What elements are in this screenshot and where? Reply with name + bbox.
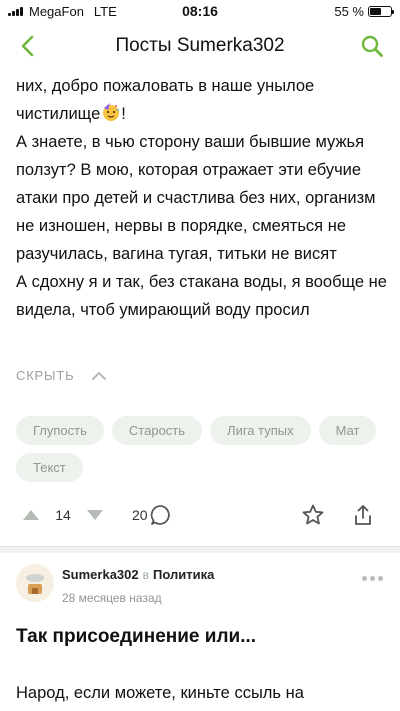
triangle-up-icon [23, 510, 39, 520]
upvote-button[interactable] [14, 498, 48, 532]
post-paragraph: них, добро пожаловать в наше унылое чист… [16, 72, 388, 128]
comments-button[interactable]: 20 [132, 498, 172, 532]
post-preview-text: Народ, если можете, киньте ссыль на [16, 684, 304, 702]
page-title: Посты Sumerka302 [115, 35, 285, 56]
status-bar: MegaFon LTE 08:16 55 % [0, 0, 400, 22]
comments-count: 20 [132, 507, 148, 523]
vote-box: 14 [14, 498, 114, 532]
collapse-button[interactable]: СКРЫТЬ [16, 368, 107, 383]
status-left: MegaFon LTE [8, 4, 117, 19]
battery-percent: 55 % [334, 3, 364, 19]
community-link[interactable]: Политика [153, 567, 214, 582]
post-paragraph: А сдохну я и так, без стакана воды, я во… [16, 273, 387, 319]
battery-icon [368, 5, 394, 17]
dot [361, 575, 367, 581]
comment-bubble-icon [150, 505, 170, 525]
rating-count: 14 [55, 507, 71, 523]
tag-chip[interactable]: Текст [16, 453, 83, 482]
tag-chip[interactable]: Лига тупых [210, 416, 311, 445]
collapse-label: СКРЫТЬ [16, 368, 75, 383]
chevron-up-icon [92, 371, 107, 380]
save-button[interactable] [298, 500, 328, 530]
search-button[interactable] [358, 32, 386, 60]
tag-chip[interactable]: Глупость [16, 416, 104, 445]
avatar[interactable] [16, 564, 54, 602]
back-button[interactable] [14, 32, 42, 60]
section-divider [0, 546, 400, 553]
network-label: LTE [93, 3, 117, 19]
tag-chip[interactable]: Старость [111, 416, 203, 445]
battery-fill [370, 7, 381, 15]
party-face-emoji-icon [101, 102, 121, 122]
share-icon [355, 505, 371, 525]
star-icon [302, 504, 324, 525]
author-in-label: в [142, 568, 149, 582]
post-paragraph-text: ! [121, 105, 126, 123]
post-body: них, добро пожаловать в наше унылое чист… [16, 72, 388, 324]
triangle-down-icon [87, 510, 103, 520]
dot [369, 575, 375, 581]
nav-bar: Посты Sumerka302 [0, 24, 400, 68]
tag-list: Глупость Старость Лига тупых Мат Текст [16, 416, 388, 482]
more-options-button[interactable] [358, 570, 386, 586]
avatar-image [16, 564, 54, 602]
signal-bars-icon [8, 6, 23, 16]
search-icon [361, 35, 383, 57]
post-paragraph: А знаете, в чью сторону ваши бывшие мужь… [16, 133, 376, 263]
tag-chip[interactable]: Мат [318, 416, 377, 445]
downvote-button[interactable] [78, 498, 112, 532]
chevron-left-icon [21, 35, 34, 57]
author-name-link[interactable]: Sumerka302 [62, 567, 139, 582]
post-title-link[interactable]: Так присоединение или... [16, 626, 256, 648]
dot [377, 575, 383, 581]
author-line: Sumerka302 в Политика [62, 567, 214, 582]
carrier-label: MegaFon [29, 3, 84, 19]
post-paragraph-text: них, добро пожаловать в наше унылое чист… [16, 77, 315, 123]
status-right: 55 % [334, 3, 394, 19]
post-actions: 14 20 [0, 498, 400, 532]
post-timestamp: 28 месяцев назад [62, 591, 162, 605]
share-button[interactable] [348, 500, 378, 530]
